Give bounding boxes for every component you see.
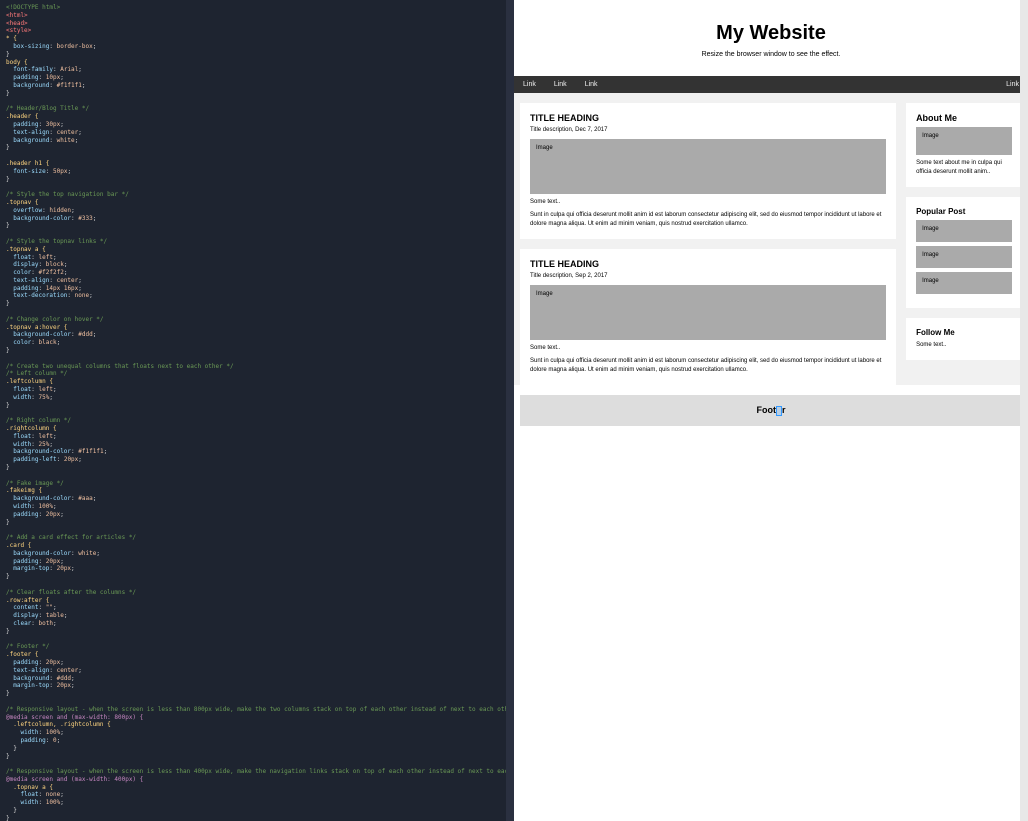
fake-image: Image (916, 220, 1012, 242)
post-desc: Title description, Sep 2, 2017 (530, 273, 886, 279)
post-text: Some text.. (530, 198, 886, 207)
follow-text: Some text.. (916, 341, 1012, 350)
popular-heading: Popular Post (916, 207, 1012, 216)
about-card: About Me Image Some text about me in cul… (906, 103, 1022, 187)
top-nav: Link Link Link Link (514, 76, 1028, 93)
preview-scrollbar[interactable] (1020, 0, 1028, 821)
about-heading: About Me (916, 113, 1012, 123)
nav-link[interactable]: Link (576, 76, 607, 93)
preview-footer: Footr (520, 395, 1022, 426)
footer-text-right: r (782, 405, 786, 415)
post-text: Sunt in culpa qui officia deserunt molli… (530, 211, 886, 229)
site-title: My Website (514, 22, 1028, 45)
nav-link[interactable]: Link (545, 76, 576, 93)
post-heading: TITLE HEADING (530, 113, 886, 123)
fake-image: Image (916, 272, 1012, 294)
preview-pane: My Website Resize the browser window to … (514, 0, 1028, 821)
post-text: Sunt in culpa qui officia deserunt molli… (530, 357, 886, 375)
fake-image: Image (530, 139, 886, 194)
popular-card: Popular Post Image Image Image (906, 197, 1022, 308)
post-desc: Title description, Dec 7, 2017 (530, 127, 886, 133)
fake-image: Image (916, 127, 1012, 155)
footer-text-left: Foot (756, 405, 776, 415)
post-card: TITLE HEADING Title description, Dec 7, … (520, 103, 896, 239)
fake-image: Image (530, 285, 886, 340)
editor-scrollbar[interactable] (506, 0, 514, 821)
preview-header: My Website Resize the browser window to … (514, 0, 1028, 76)
code-editor[interactable]: <!DOCTYPE html> <html> <head> <style> * … (0, 0, 514, 821)
post-card: TITLE HEADING Title description, Sep 2, … (520, 249, 896, 385)
site-subtitle: Resize the browser window to see the eff… (514, 51, 1028, 58)
nav-link[interactable]: Link (514, 76, 545, 93)
follow-card: Follow Me Some text.. (906, 318, 1022, 360)
about-text: Some text about me in culpa qui officia … (916, 159, 1012, 177)
fake-image: Image (916, 246, 1012, 268)
post-heading: TITLE HEADING (530, 259, 886, 269)
post-text: Some text.. (530, 344, 886, 353)
follow-heading: Follow Me (916, 328, 1012, 337)
